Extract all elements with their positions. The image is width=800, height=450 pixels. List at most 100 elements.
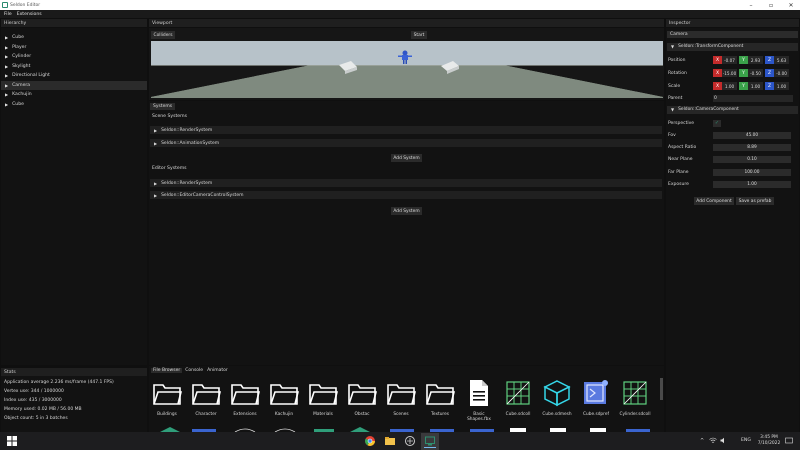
hierarchy-list: ▶ Cube ▶ Player ▶ Cylinder ▶ Skylight ▶ Direction… [1,33,147,109]
tab-animator[interactable]: Animator [207,368,228,373]
position-row: Position X -0.07 Y 2.93 Z 5.63 [667,55,797,65]
language-indicator[interactable]: ENG [741,438,751,443]
parent-row: Parent 0 [667,93,797,103]
close-icon[interactable]: ✕ [784,0,798,10]
hierarchy-item[interactable]: ▶ Kachujin [1,90,147,100]
position-y-field[interactable]: 2.93 [748,56,763,64]
hierarchy-item[interactable]: ▶ Directional Light [1,71,147,81]
hierarchy-item[interactable]: ▶ Cube [1,33,147,43]
folder-icon [188,378,224,408]
maximize-icon[interactable]: ▫ [764,0,778,10]
tab-systems[interactable]: Systems [150,102,176,110]
system-row[interactable]: ▶ Seldon::RenderSystem [150,179,662,187]
volume-icon[interactable] [720,437,727,444]
parent-field[interactable]: 0 [713,94,793,102]
minimize-icon[interactable]: – [744,0,758,10]
rotation-y-field[interactable]: -0.50 [748,69,763,77]
triangle-right-icon[interactable]: ▶ [5,83,8,88]
triangle-right-icon[interactable]: ▶ [5,54,8,59]
file-item[interactable]: Obstac [344,378,380,417]
chrome-icon[interactable] [364,435,376,447]
file-item[interactable]: Buildings [149,378,185,417]
file-item[interactable]: Character [188,378,224,417]
z-tag: Z [765,56,774,64]
windows-start-icon[interactable] [6,435,18,447]
near-plane-field[interactable]: 0.10 [713,155,791,163]
x-tag: X [713,82,722,90]
file-item[interactable]: Cylinder.sdcoll [617,378,653,417]
start-button[interactable]: Start [411,31,427,39]
file-item[interactable]: Cube.sdpref [578,378,614,417]
file-item[interactable]: Materials [305,378,341,417]
rotation-z-field[interactable]: -0.00 [774,69,789,77]
triangle-down-icon: ▼ [671,44,675,50]
triangle-right-icon[interactable]: ▶ [5,102,8,107]
file-browser-scrollbar[interactable] [660,378,663,400]
file-item[interactable]: Textures [422,378,458,417]
file-name: Textures [431,412,449,417]
file-name: Materials [313,412,333,417]
tab-console[interactable]: Console [185,368,203,373]
tab-file-browser[interactable]: File Browser [151,368,183,373]
hierarchy-item-label: Cube [12,35,24,41]
taskbar-date[interactable]: 7/10/2022 [756,441,782,446]
file-name: Scenes [393,412,409,417]
exposure-field[interactable]: 1.00 [713,180,791,188]
file-name: Cube.sdcoll [505,412,531,417]
tray-chevron-icon[interactable]: ^ [700,438,704,444]
wifi-icon[interactable] [709,437,717,444]
menu-file[interactable]: File [4,12,12,17]
position-x-field[interactable]: -0.07 [722,56,737,64]
seldon-editor-taskbar-icon[interactable] [424,435,436,447]
scene-view[interactable] [151,41,663,98]
system-row[interactable]: ▶ Seldon::EditorCameraControlSystem [150,191,662,199]
perspective-checkbox[interactable]: ✓ [713,119,721,127]
triangle-right-icon[interactable]: ▶ [5,73,8,78]
entity-name-field[interactable]: Camera [667,31,798,38]
save-as-prefab-button[interactable]: Save as prefab [736,197,774,205]
file-item[interactable]: Cube.sdmesh [539,378,575,417]
hierarchy-item-label: Player [12,44,27,50]
hierarchy-item[interactable]: ▶ Cylinder [1,52,147,62]
transform-component-header[interactable]: ▼ Seldon::TransformComponent [667,43,798,51]
camera-component-header[interactable]: ▼ Seldon::CameraComponent [667,106,798,114]
menu-extensions[interactable]: Extensions [17,12,42,17]
system-name: Seldon::AnimationSystem [161,140,220,146]
stats-panel: Application average 2.236 ms/frame (447.… [1,376,147,432]
triangle-right-icon[interactable]: ▶ [5,45,8,50]
hierarchy-item[interactable]: ▶ Cube [1,100,147,110]
add-system-button[interactable]: Add System [391,207,422,215]
aspect-ratio-field[interactable]: 8.89 [713,143,791,151]
file-explorer-icon[interactable] [384,435,396,447]
system-row[interactable]: ▶ Seldon::RenderSystem [150,126,662,134]
app-taskbar-icon[interactable] [404,435,416,447]
triangle-right-icon[interactable]: ▶ [5,64,8,69]
file-item[interactable]: Basic Shapes.fbx [461,378,497,422]
add-component-button[interactable]: Add Component [694,197,734,205]
file-item[interactable]: Cube.sdcoll [500,378,536,417]
triangle-right-icon[interactable]: ▶ [5,92,8,97]
fov-field[interactable]: 45.00 [713,131,791,139]
scale-z-field[interactable]: 1.00 [774,82,789,90]
file-name: Extensions [233,412,257,417]
file-item[interactable]: Kachujin [266,378,302,417]
colliders-button[interactable]: Colliders [151,31,175,39]
hierarchy-item[interactable]: ▶ Skylight [1,62,147,72]
add-system-button[interactable]: Add System [391,154,422,162]
system-row[interactable]: ▶ Seldon::AnimationSystem [150,139,662,147]
triangle-right-icon[interactable]: ▶ [5,35,8,40]
file-item[interactable]: Scenes [383,378,419,417]
scale-y-field[interactable]: 1.00 [748,82,763,90]
hierarchy-header: Hierarchy [1,19,147,27]
hierarchy-item[interactable]: ▶ Player [1,43,147,53]
scale-x-field[interactable]: 1.00 [722,82,737,90]
taskbar-time[interactable]: 3:45 PM [758,435,780,440]
far-plane-field[interactable]: 100.00 [713,168,791,176]
folder-icon [227,378,263,408]
system-name: Seldon::EditorCameraControlSystem [161,192,244,198]
rotation-x-field[interactable]: -15.00 [722,69,737,77]
notification-icon[interactable] [785,437,793,445]
hierarchy-item[interactable]: ▶ Camera [1,80,147,90]
file-item[interactable]: Extensions [227,378,263,417]
position-z-field[interactable]: 5.63 [774,56,789,64]
